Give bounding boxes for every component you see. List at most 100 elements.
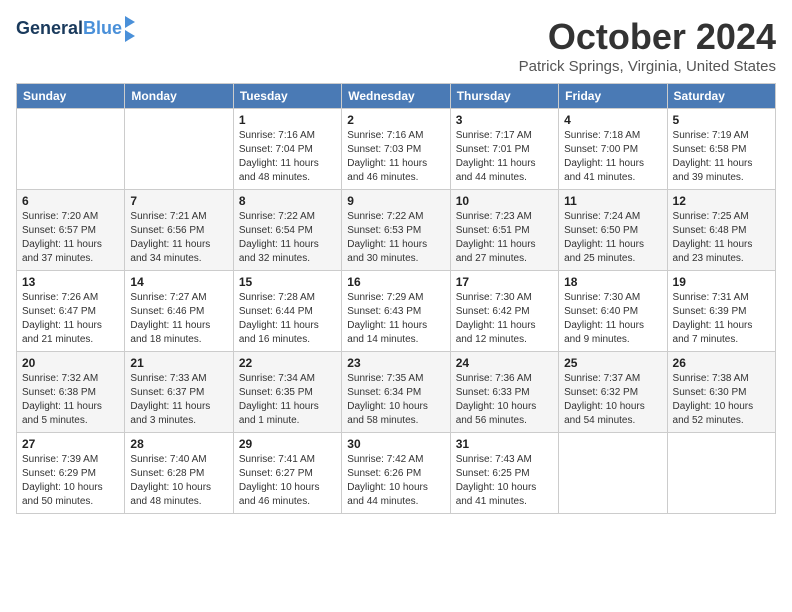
week-row-1: 1 Sunrise: 7:16 AM Sunset: 7:04 PM Daylig… (17, 109, 776, 190)
day-info: Sunrise: 7:24 AM Sunset: 6:50 PM Dayligh… (564, 210, 661, 266)
day-number: 11 (564, 194, 661, 208)
week-row-4: 20 Sunrise: 7:32 AM Sunset: 6:38 PM Dayli… (17, 352, 776, 433)
day-info: Sunrise: 7:19 AM Sunset: 6:58 PM Dayligh… (673, 129, 770, 185)
day-info: Sunrise: 7:40 AM Sunset: 6:28 PM Dayligh… (130, 453, 227, 509)
day-info: Sunrise: 7:16 AM Sunset: 7:03 PM Dayligh… (347, 129, 444, 185)
day-number: 30 (347, 437, 444, 451)
calendar-cell: 20 Sunrise: 7:32 AM Sunset: 6:38 PM Dayli… (17, 352, 125, 433)
day-info: Sunrise: 7:30 AM Sunset: 6:42 PM Dayligh… (456, 291, 553, 347)
day-number: 16 (347, 275, 444, 289)
day-info: Sunrise: 7:27 AM Sunset: 6:46 PM Dayligh… (130, 291, 227, 347)
day-info: Sunrise: 7:37 AM Sunset: 6:32 PM Dayligh… (564, 372, 661, 428)
day-info: Sunrise: 7:20 AM Sunset: 6:57 PM Dayligh… (22, 210, 119, 266)
calendar-cell: 18Sunrise: 7:30 AM Sunset: 6:40 PM Dayli… (559, 271, 667, 352)
weekday-header-sunday: Sunday (17, 84, 125, 109)
week-row-5: 27 Sunrise: 7:39 AM Sunset: 6:29 PM Dayli… (17, 433, 776, 514)
day-number: 31 (456, 437, 553, 451)
day-info: Sunrise: 7:29 AM Sunset: 6:43 PM Dayligh… (347, 291, 444, 347)
day-info: Sunrise: 7:32 AM Sunset: 6:38 PM Dayligh… (22, 372, 119, 428)
calendar-cell (559, 433, 667, 514)
day-info: Sunrise: 7:34 AM Sunset: 6:35 PM Dayligh… (239, 372, 336, 428)
day-info: Sunrise: 7:28 AM Sunset: 6:44 PM Dayligh… (239, 291, 336, 347)
calendar-cell: 3 Sunrise: 7:17 AM Sunset: 7:01 PM Daylig… (450, 109, 558, 190)
calendar-cell (667, 433, 775, 514)
day-info: Sunrise: 7:38 AM Sunset: 6:30 PM Dayligh… (673, 372, 770, 428)
day-number: 25 (564, 356, 661, 370)
day-info: Sunrise: 7:39 AM Sunset: 6:29 PM Dayligh… (22, 453, 119, 509)
calendar-cell: 12Sunrise: 7:25 AM Sunset: 6:48 PM Dayli… (667, 190, 775, 271)
day-number: 20 (22, 356, 119, 370)
day-number: 8 (239, 194, 336, 208)
calendar-cell (125, 109, 233, 190)
weekday-header-row: SundayMondayTuesdayWednesdayThursdayFrid… (17, 84, 776, 109)
calendar-cell: 22 Sunrise: 7:34 AM Sunset: 6:35 PM Dayli… (233, 352, 341, 433)
calendar-cell: 11 Sunrise: 7:24 AM Sunset: 6:50 PM Dayli… (559, 190, 667, 271)
calendar-cell (17, 109, 125, 190)
weekday-header-monday: Monday (125, 84, 233, 109)
day-number: 2 (347, 113, 444, 127)
weekday-header-thursday: Thursday (450, 84, 558, 109)
day-info: Sunrise: 7:42 AM Sunset: 6:26 PM Dayligh… (347, 453, 444, 509)
day-number: 12 (673, 194, 770, 208)
day-number: 1 (239, 113, 336, 127)
day-number: 19 (673, 275, 770, 289)
calendar-cell: 9 Sunrise: 7:22 AM Sunset: 6:53 PM Daylig… (342, 190, 450, 271)
calendar-cell: 7 Sunrise: 7:21 AM Sunset: 6:56 PM Daylig… (125, 190, 233, 271)
day-number: 9 (347, 194, 444, 208)
day-info: Sunrise: 7:18 AM Sunset: 7:00 PM Dayligh… (564, 129, 661, 185)
day-number: 28 (130, 437, 227, 451)
calendar-cell: 4 Sunrise: 7:18 AM Sunset: 7:00 PM Daylig… (559, 109, 667, 190)
logo-text: GeneralBlue (16, 19, 122, 39)
weekday-header-wednesday: Wednesday (342, 84, 450, 109)
weekday-header-tuesday: Tuesday (233, 84, 341, 109)
day-number: 29 (239, 437, 336, 451)
day-info: Sunrise: 7:22 AM Sunset: 6:54 PM Dayligh… (239, 210, 336, 266)
calendar-cell: 21Sunrise: 7:33 AM Sunset: 6:37 PM Dayli… (125, 352, 233, 433)
weekday-header-saturday: Saturday (667, 84, 775, 109)
calendar-cell: 23 Sunrise: 7:35 AM Sunset: 6:34 PM Dayli… (342, 352, 450, 433)
day-number: 23 (347, 356, 444, 370)
calendar-table: SundayMondayTuesdayWednesdayThursdayFrid… (16, 83, 776, 514)
calendar-cell: 8 Sunrise: 7:22 AM Sunset: 6:54 PM Daylig… (233, 190, 341, 271)
calendar-cell: 13 Sunrise: 7:26 AM Sunset: 6:47 PM Dayli… (17, 271, 125, 352)
day-info: Sunrise: 7:26 AM Sunset: 6:47 PM Dayligh… (22, 291, 119, 347)
day-info: Sunrise: 7:21 AM Sunset: 6:56 PM Dayligh… (130, 210, 227, 266)
day-info: Sunrise: 7:17 AM Sunset: 7:01 PM Dayligh… (456, 129, 553, 185)
calendar-cell: 6Sunrise: 7:20 AM Sunset: 6:57 PM Daylig… (17, 190, 125, 271)
day-info: Sunrise: 7:35 AM Sunset: 6:34 PM Dayligh… (347, 372, 444, 428)
day-number: 10 (456, 194, 553, 208)
day-number: 18 (564, 275, 661, 289)
day-info: Sunrise: 7:16 AM Sunset: 7:04 PM Dayligh… (239, 129, 336, 185)
calendar-cell: 29Sunrise: 7:41 AM Sunset: 6:27 PM Dayli… (233, 433, 341, 514)
weekday-header-friday: Friday (559, 84, 667, 109)
calendar-cell: 14 Sunrise: 7:27 AM Sunset: 6:46 PM Dayli… (125, 271, 233, 352)
calendar-cell: 25 Sunrise: 7:37 AM Sunset: 6:32 PM Dayli… (559, 352, 667, 433)
day-number: 7 (130, 194, 227, 208)
calendar-cell: 1 Sunrise: 7:16 AM Sunset: 7:04 PM Daylig… (233, 109, 341, 190)
page-header: GeneralBlue October 2024 Patrick Springs… (16, 16, 776, 75)
day-number: 14 (130, 275, 227, 289)
day-number: 5 (673, 113, 770, 127)
day-info: Sunrise: 7:23 AM Sunset: 6:51 PM Dayligh… (456, 210, 553, 266)
day-number: 3 (456, 113, 553, 127)
calendar-cell: 19Sunrise: 7:31 AM Sunset: 6:39 PM Dayli… (667, 271, 775, 352)
day-info: Sunrise: 7:43 AM Sunset: 6:25 PM Dayligh… (456, 453, 553, 509)
location: Patrick Springs, Virginia, United States (519, 58, 776, 75)
day-info: Sunrise: 7:33 AM Sunset: 6:37 PM Dayligh… (130, 372, 227, 428)
day-number: 26 (673, 356, 770, 370)
week-row-3: 13 Sunrise: 7:26 AM Sunset: 6:47 PM Dayli… (17, 271, 776, 352)
calendar-cell: 28 Sunrise: 7:40 AM Sunset: 6:28 PM Dayli… (125, 433, 233, 514)
day-number: 4 (564, 113, 661, 127)
calendar-cell: 31 Sunrise: 7:43 AM Sunset: 6:25 PM Dayli… (450, 433, 558, 514)
day-info: Sunrise: 7:36 AM Sunset: 6:33 PM Dayligh… (456, 372, 553, 428)
day-number: 22 (239, 356, 336, 370)
logo: GeneralBlue (16, 16, 135, 42)
day-info: Sunrise: 7:22 AM Sunset: 6:53 PM Dayligh… (347, 210, 444, 266)
calendar-cell: 30 Sunrise: 7:42 AM Sunset: 6:26 PM Dayli… (342, 433, 450, 514)
day-number: 17 (456, 275, 553, 289)
day-number: 13 (22, 275, 119, 289)
calendar-cell: 10 Sunrise: 7:23 AM Sunset: 6:51 PM Dayli… (450, 190, 558, 271)
calendar-cell: 16 Sunrise: 7:29 AM Sunset: 6:43 PM Dayli… (342, 271, 450, 352)
day-number: 27 (22, 437, 119, 451)
week-row-2: 6Sunrise: 7:20 AM Sunset: 6:57 PM Daylig… (17, 190, 776, 271)
